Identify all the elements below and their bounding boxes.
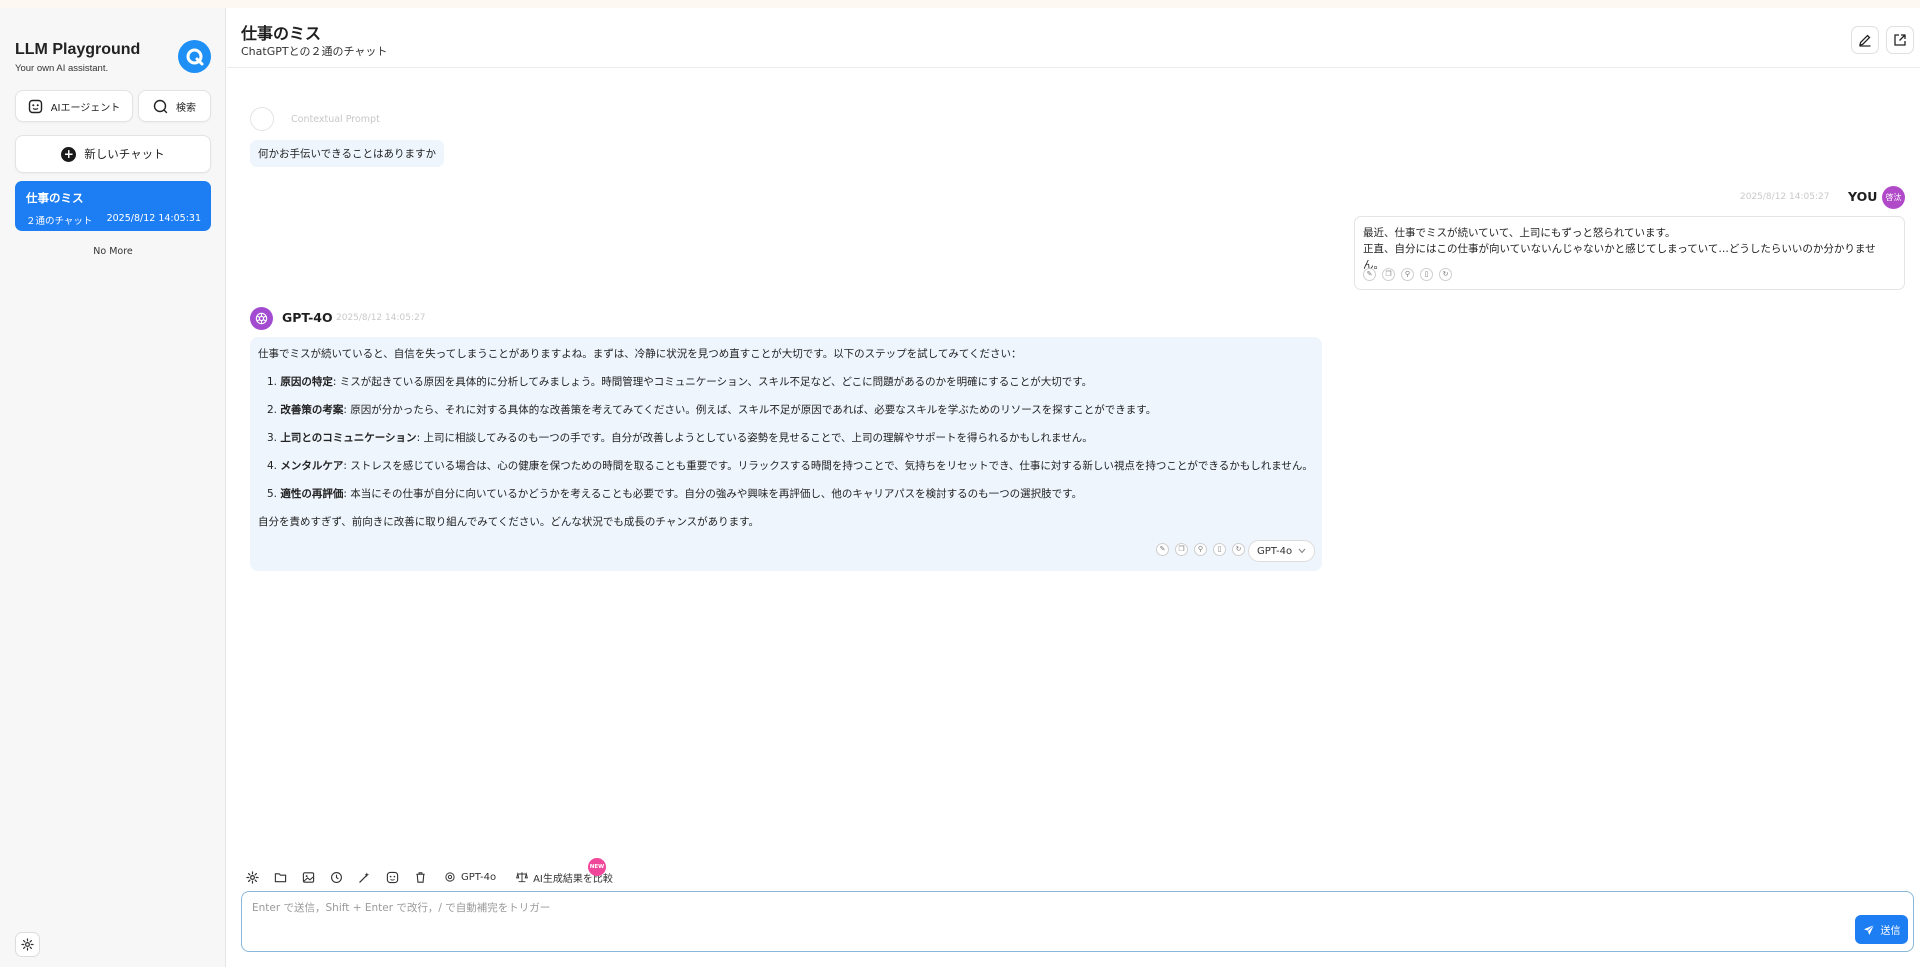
folder-icon: [274, 871, 287, 884]
chat-item-count: ２通のチャット: [26, 216, 93, 227]
share-button[interactable]: [1886, 26, 1914, 54]
upload-file-button[interactable]: [269, 866, 291, 888]
user-message-line: 最近、仕事でミスが続いていて、上司にもずっと怒られています。: [1363, 227, 1676, 239]
model-chip[interactable]: GPT-4o: [437, 866, 504, 888]
user-message-actions: ✎ ❐ ⚲ ▯ ↻: [1363, 268, 1452, 281]
clear-button[interactable]: [409, 866, 431, 888]
search-icon: [153, 99, 168, 114]
assistant-outro: 自分を責めすぎず、前向きに改善に取り組んでみてください。どんな状況でも成長のチャ…: [258, 516, 760, 528]
gear-icon: [21, 938, 34, 951]
list-item-text: : 本当にその仕事が自分に向いているかどうかを考えることも必要です。自分の強みや…: [343, 488, 1083, 500]
copy-icon[interactable]: ❐: [1382, 268, 1395, 281]
chat-list-item[interactable]: 仕事のミス ２通のチャット 2025/8/12 14:05:31: [15, 181, 211, 231]
edit-title-button[interactable]: [1851, 26, 1879, 54]
image-icon: [302, 871, 315, 884]
delete-icon[interactable]: ▯: [1420, 268, 1433, 281]
context-avatar: [250, 107, 274, 131]
send-button[interactable]: 送信: [1855, 915, 1908, 944]
context-prompt-label: Contextual Prompt: [291, 114, 380, 125]
list-item: 4. メンタルケア: ストレスを感じている場合は、心の健康を保つための時間を取る…: [267, 460, 1313, 472]
page-title: 仕事のミス: [241, 24, 322, 43]
user-label: YOU: [1848, 189, 1878, 204]
list-item-text: : ストレスを感じている場合は、心の健康を保つための時間を取ることも重要です。リ…: [343, 460, 1313, 472]
assistant-message-actions: ✎ ❐ ⚲ ▯ ↻: [1156, 543, 1245, 556]
gpt-label: GPT-4O: [282, 310, 333, 325]
list-item: 2. 改善策の考案: 原因が分かったら、それに対する具体的な改善策を考えてみてく…: [267, 404, 1157, 416]
send-label: 送信: [1880, 926, 1901, 937]
pin-icon[interactable]: ⚲: [1401, 268, 1414, 281]
openai-icon: [254, 311, 269, 326]
trash-icon: [414, 871, 427, 884]
user-avatar: 啓汰: [1882, 186, 1905, 209]
new-chat-label: 新しいチャット: [84, 147, 165, 161]
search-button[interactable]: 検索: [138, 90, 211, 122]
assistant-intro: 仕事でミスが続いていると、自信を失ってしまうことがありますよね。まずは、冷静に状…: [258, 348, 1022, 360]
list-item-title: 改善策の考案: [280, 404, 344, 416]
robot-icon: [386, 871, 399, 884]
history-icon: [330, 871, 343, 884]
send-icon: [1863, 924, 1875, 936]
edit-icon[interactable]: ✎: [1363, 268, 1376, 281]
copy-icon[interactable]: ❐: [1175, 543, 1188, 556]
delete-icon[interactable]: ▯: [1213, 543, 1226, 556]
page-subtitle: ChatGPTとの２通のチャット: [241, 45, 388, 58]
ai-agent-button[interactable]: AIエージェント: [15, 90, 133, 122]
new-chat-button[interactable]: + 新しいチャット: [15, 135, 211, 173]
share-icon: [1893, 33, 1907, 47]
composer-toolbar: GPT-4o AI生成結果を比較: [241, 866, 620, 888]
context-message-bubble: 何かお手伝いできることはありますか: [250, 140, 444, 167]
message-input[interactable]: [252, 900, 1752, 940]
ai-agent-label: AIエージェント: [50, 102, 121, 114]
chat-header: 仕事のミス ChatGPTとの２通のチャット: [227, 8, 1920, 68]
message-input-box: 送信: [241, 891, 1914, 952]
gpt-message-date: 2025/8/12 14:05:27: [336, 313, 426, 323]
chat-item-date: 2025/8/12 14:05:31: [106, 213, 201, 224]
sidebar: LLM Playground Your own AI assistant. AI…: [0, 8, 226, 967]
pin-icon[interactable]: ⚲: [1194, 543, 1207, 556]
list-item-text: : 原因が分かったら、それに対する具体的な改善策を考えてみてください。例えば、ス…: [343, 404, 1157, 416]
mask-button[interactable]: [381, 866, 403, 888]
list-item-title: 原因の特定: [280, 376, 333, 388]
history-button[interactable]: [325, 866, 347, 888]
chevron-down-icon: [1298, 548, 1306, 554]
gear-icon: [245, 870, 259, 884]
app-logo-icon: [178, 40, 211, 73]
top-band: [0, 0, 1920, 8]
list-item-title: 適性の再評価: [280, 488, 344, 500]
upload-image-button[interactable]: [297, 866, 319, 888]
refresh-icon[interactable]: ↻: [1439, 268, 1452, 281]
gpt-avatar: [250, 307, 273, 330]
new-badge: NEW: [588, 858, 606, 876]
model-chip-label: GPT-4o: [461, 871, 497, 883]
wand-icon: [358, 871, 371, 884]
chat-settings-button[interactable]: [241, 866, 263, 888]
assistant-message-bubble: 仕事でミスが続いていると、自信を失ってしまうことがありますよね。まずは、冷静に状…: [250, 337, 1322, 571]
chat-item-title: 仕事のミス: [26, 191, 84, 205]
settings-button[interactable]: [15, 932, 40, 957]
scale-icon: [516, 871, 528, 883]
refresh-icon[interactable]: ↻: [1232, 543, 1245, 556]
search-label: 検索: [176, 102, 196, 114]
prompt-button[interactable]: [353, 866, 375, 888]
plus-icon: +: [61, 146, 77, 162]
model-select[interactable]: GPT-4o: [1248, 540, 1316, 562]
model-select-label: GPT-4o: [1257, 545, 1293, 557]
list-item-title: 上司とのコミュニケーション: [280, 432, 417, 444]
list-item-text: : 上司に相談してみるのも一つの手です。自分が改善しようとしている姿勢を見せるこ…: [416, 432, 1093, 444]
edit-icon: [1858, 33, 1872, 47]
app-title: LLM Playground: [15, 41, 141, 58]
robot-icon: [28, 99, 43, 114]
list-item: 1. 原因の特定: ミスが起きている原因を具体的に分析してみましょう。時間管理や…: [267, 376, 1093, 388]
no-more-text: No More: [93, 246, 133, 257]
openai-icon: [444, 871, 456, 883]
user-message-date: 2025/8/12 14:05:27: [1740, 192, 1830, 202]
list-item-title: メンタルケア: [280, 460, 344, 472]
app-subtitle: Your own AI assistant.: [15, 63, 109, 74]
edit-icon[interactable]: ✎: [1156, 543, 1169, 556]
list-item-text: : ミスが起きている原因を具体的に分析してみましょう。時間管理やコミュニケーショ…: [332, 376, 1093, 388]
list-item: 3. 上司とのコミュニケーション: 上司に相談してみるのも一つの手です。自分が改…: [267, 432, 1093, 444]
user-message-bubble: 最近、仕事でミスが続いていて、上司にもずっと怒られています。 正直、自分にはこの…: [1354, 216, 1905, 290]
list-item: 5. 適性の再評価: 本当にその仕事が自分に向いているかどうかを考えることも必要…: [267, 488, 1083, 500]
